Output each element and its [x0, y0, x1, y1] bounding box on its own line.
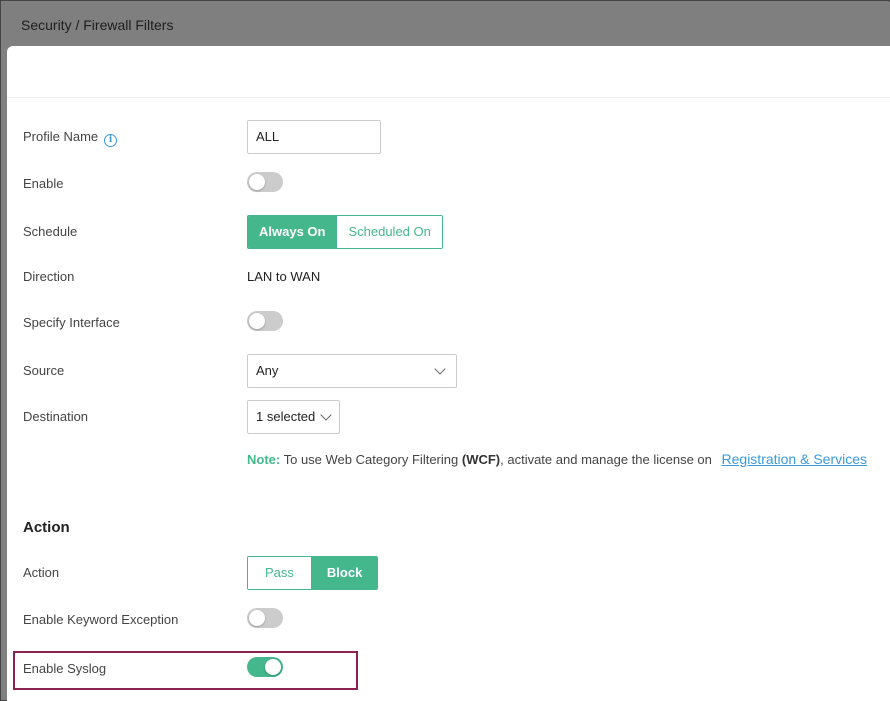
- source-label: Source: [23, 363, 65, 378]
- enable-label: Enable: [23, 176, 64, 191]
- note-text-before: To use Web Category Filtering: [283, 452, 459, 467]
- breadcrumb: Security / Firewall Filters: [21, 17, 174, 33]
- schedule-segmented-control: Always On Scheduled On: [247, 215, 443, 249]
- action-segmented-control: Pass Block: [247, 556, 379, 590]
- direction-value: LAN to WAN: [247, 269, 321, 284]
- registration-services-link[interactable]: Registration & Services: [722, 451, 868, 467]
- title-bar: Security / Firewall Filters: [2, 2, 890, 46]
- schedule-always-on-button[interactable]: Always On: [248, 216, 337, 248]
- wcf-note: Note: To use Web Category Filtering (WCF…: [247, 451, 867, 467]
- destination-label: Destination: [23, 409, 89, 424]
- note-text-after: , activate and manage the license on: [500, 452, 712, 467]
- toggle-knob: [265, 659, 281, 675]
- keyword-exception-label: Enable Keyword Exception: [23, 612, 179, 627]
- profile-name-label: Profile Name i: [23, 129, 118, 147]
- schedule-label: Schedule: [23, 224, 78, 239]
- info-icon[interactable]: i: [104, 134, 118, 147]
- enable-toggle[interactable]: [247, 172, 283, 192]
- specify-interface-toggle[interactable]: [247, 311, 283, 331]
- panel-header: [7, 46, 890, 98]
- destination-select-value: 1 selected: [256, 409, 316, 424]
- source-select-value: Any: [256, 363, 279, 378]
- source-select[interactable]: Any: [247, 354, 457, 388]
- settings-panel: Profile Name i ALL Enable Schedule Always…: [7, 46, 890, 701]
- schedule-scheduled-on-button[interactable]: Scheduled On: [336, 216, 442, 248]
- profile-name-input[interactable]: ALL: [247, 120, 381, 154]
- chevron-down-icon: [434, 363, 446, 375]
- profile-name-label-text: Profile Name: [23, 129, 99, 144]
- syslog-label: Enable Syslog: [23, 661, 107, 676]
- destination-select[interactable]: 1 selected: [247, 400, 340, 434]
- chevron-down-icon: [320, 409, 332, 421]
- toggle-knob: [249, 174, 265, 190]
- note-label: Note:: [247, 452, 281, 467]
- direction-label: Direction: [23, 269, 75, 284]
- toggle-knob: [249, 610, 265, 626]
- keyword-exception-toggle[interactable]: [247, 608, 283, 628]
- action-section-title: Action: [23, 519, 70, 536]
- action-pass-button[interactable]: Pass: [248, 557, 311, 589]
- specify-interface-label: Specify Interface: [23, 315, 120, 330]
- note-bold-text: (WCF): [461, 452, 501, 467]
- toggle-knob: [249, 313, 265, 329]
- window-frame: Security / Firewall Filters Profile Name…: [0, 0, 890, 701]
- syslog-toggle[interactable]: [247, 657, 283, 677]
- action-block-button[interactable]: Block: [310, 557, 378, 589]
- action-label: Action: [23, 565, 60, 580]
